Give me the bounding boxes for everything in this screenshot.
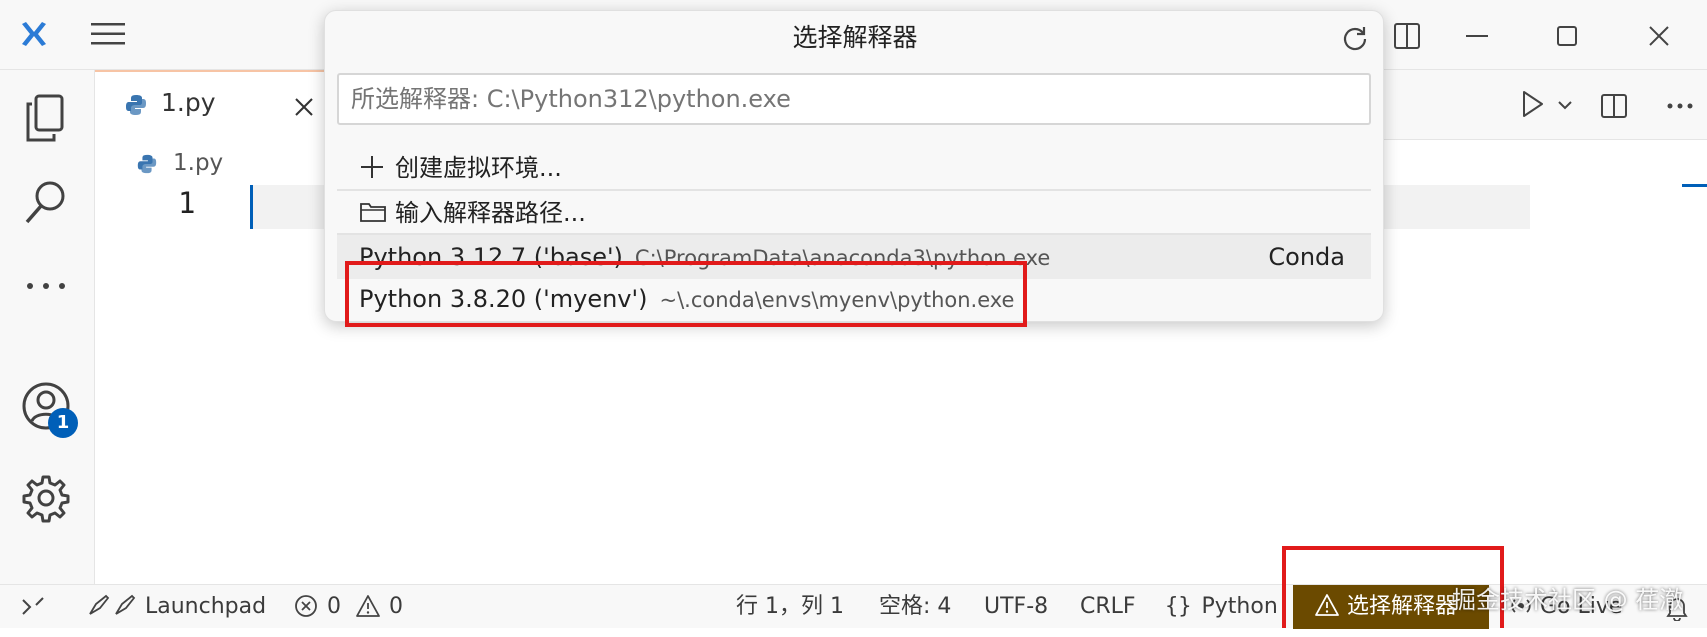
language-label: Python: [1201, 594, 1278, 619]
tab-label: 1.py: [161, 88, 216, 117]
highlight-box-myenv: [345, 261, 1027, 327]
text-cursor: [250, 185, 253, 229]
quickpick-title: 选择解释器: [792, 23, 918, 52]
breadcrumb-file: 1.py: [173, 150, 224, 176]
language-mode[interactable]: {} Python: [1165, 585, 1278, 629]
watermark: 掘金技术社区 @ 荏澈: [1452, 586, 1684, 614]
error-icon: [294, 590, 320, 617]
activity-bar: 1: [0, 70, 95, 584]
refresh-icon[interactable]: [1337, 21, 1373, 57]
create-venv-label: 创建虚拟环境...: [395, 154, 562, 182]
explorer-icon[interactable]: [18, 90, 74, 146]
maximize-window-button[interactable]: [1542, 14, 1592, 58]
file-encoding[interactable]: UTF-8: [984, 585, 1048, 629]
create-venv-item[interactable]: 创建虚拟环境...: [337, 146, 1371, 190]
python-file-icon: [123, 92, 149, 118]
menu-icon[interactable]: [86, 14, 130, 54]
warning-icon: [356, 590, 382, 617]
toggle-panel-icon[interactable]: [1385, 14, 1429, 58]
close-window-button[interactable]: [1634, 14, 1684, 58]
enter-path-label: 输入解释器路径...: [395, 199, 586, 227]
minimize-window-button[interactable]: [1452, 14, 1502, 58]
python-file-icon: [135, 152, 159, 176]
interpreter-search-input[interactable]: [337, 73, 1371, 125]
indentation-setting[interactable]: 空格: 4: [879, 585, 951, 629]
remote-icon[interactable]: [18, 593, 48, 621]
search-icon[interactable]: [18, 174, 74, 230]
tab-1py[interactable]: 1.py: [95, 70, 325, 140]
braces-icon: {}: [1165, 594, 1192, 619]
interpreter-kind-label: Conda: [1268, 243, 1345, 271]
enter-interpreter-path-item[interactable]: 输入解释器路径...: [337, 191, 1371, 235]
more-actions-icon[interactable]: [1658, 84, 1702, 128]
split-editor-icon[interactable]: [1592, 84, 1636, 128]
settings-gear-icon[interactable]: [18, 470, 74, 526]
close-tab-icon[interactable]: [291, 94, 317, 120]
rocket-icon: [86, 590, 138, 616]
plus-icon: [359, 150, 385, 178]
error-count: 0: [327, 594, 341, 619]
launchpad-label: Launchpad: [145, 594, 267, 619]
vscode-logo-icon: [14, 14, 54, 54]
line-number: 1: [178, 186, 196, 220]
folder-icon: [359, 194, 387, 222]
account-badge: 1: [48, 408, 78, 438]
run-python-icon[interactable]: [1513, 82, 1553, 126]
more-views-icon[interactable]: [18, 266, 74, 306]
warning-count: 0: [389, 594, 403, 619]
scrollbar-indicator[interactable]: [1682, 184, 1707, 187]
line-ending[interactable]: CRLF: [1080, 585, 1136, 629]
launchpad-button[interactable]: Launchpad: [86, 585, 266, 629]
run-dropdown-chevron-down-icon[interactable]: [1551, 88, 1579, 122]
problems-indicator[interactable]: 0 0: [294, 585, 403, 629]
cursor-position[interactable]: 行 1，列 1: [736, 585, 844, 629]
